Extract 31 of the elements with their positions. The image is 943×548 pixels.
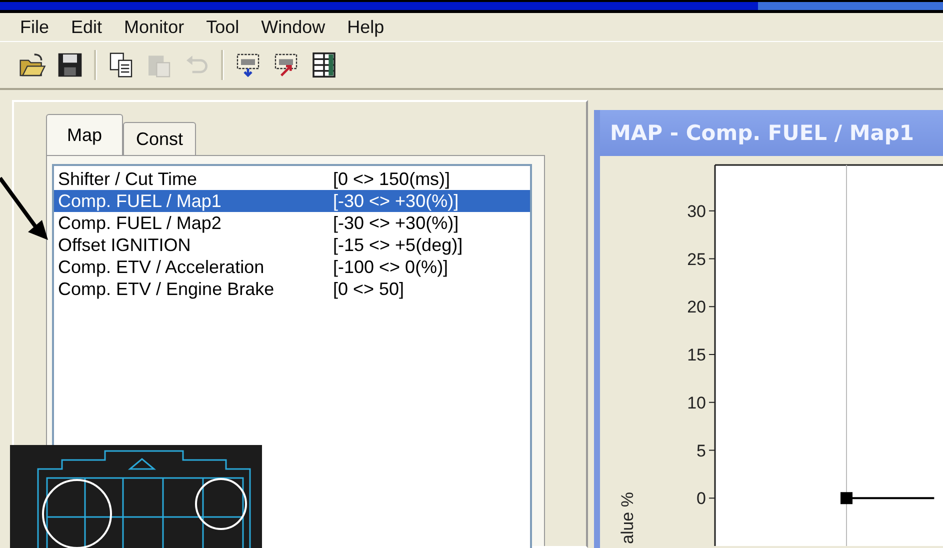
y-axis-label: alue % xyxy=(618,492,637,544)
map-list-item[interactable]: Shifter / Cut Time [0 <> 150(ms)] xyxy=(54,168,530,190)
menu-item[interactable]: Monitor xyxy=(124,16,184,38)
y-tick-label: 5 xyxy=(696,441,706,460)
menu-item[interactable]: Tool xyxy=(206,16,240,38)
y-tick-label: 15 xyxy=(687,346,706,364)
y-tick-label: 25 xyxy=(687,250,706,269)
y-tick-label: 0 xyxy=(696,489,706,508)
copy-icon[interactable] xyxy=(107,51,135,79)
data-point[interactable] xyxy=(840,492,852,504)
menu-item[interactable]: Edit xyxy=(71,16,102,38)
tab[interactable]: Map xyxy=(46,114,124,156)
window-title: MAP - Comp. FUEL / Map1 xyxy=(600,110,943,156)
open-folder-icon[interactable] xyxy=(18,51,46,79)
map-list-item[interactable]: Comp. ETV / Engine Brake [0 <> 50] xyxy=(54,278,530,300)
map-list-item[interactable]: Comp. FUEL / Map2 [-30 <> +30(%)] xyxy=(54,212,530,234)
save-icon[interactable] xyxy=(56,51,84,79)
y-tick-label: 20 xyxy=(687,298,706,317)
pointer-arrow xyxy=(0,176,50,242)
map-list-item[interactable]: Comp. FUEL / Map1 [-30 <> +30(%)] xyxy=(54,190,530,212)
tab[interactable]: Const xyxy=(123,122,196,156)
chip-up-icon[interactable] xyxy=(272,51,300,79)
menu-item[interactable]: Window xyxy=(261,16,326,38)
map-list-item[interactable]: Comp. ETV / Acceleration [-100 <> 0(%)] xyxy=(54,256,530,278)
menu-item[interactable]: File xyxy=(20,16,50,38)
menu-item[interactable]: Help xyxy=(347,16,384,38)
map-list-item[interactable]: Offset IGNITION [-15 <> +5(deg)] xyxy=(54,234,530,256)
grid-icon[interactable] xyxy=(310,51,338,79)
y-tick-label: 30 xyxy=(687,202,706,221)
chip-down-icon[interactable] xyxy=(234,51,262,79)
y-tick-label: 10 xyxy=(687,393,706,412)
